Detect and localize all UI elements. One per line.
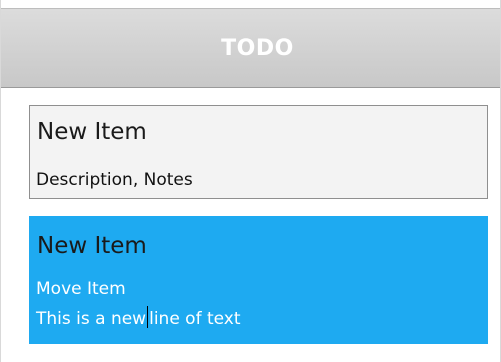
todo-item[interactable]: New Item Description, Notes (29, 105, 488, 199)
todo-item-description-line[interactable]: Move Item (36, 281, 126, 298)
text-caret (147, 306, 149, 328)
text-after-caret: line of text (149, 309, 241, 329)
app-title: TODO (221, 35, 294, 61)
todo-item-description[interactable]: Description, Notes (36, 172, 193, 189)
todo-item-description-editor[interactable]: This is a new line of text (36, 306, 241, 328)
todo-item-selected[interactable]: New Item Move Item This is a new line of … (29, 216, 488, 344)
app-header: TODO (1, 8, 500, 88)
todo-app: TODO New Item Description, Notes New Ite… (0, 0, 501, 362)
text-before-caret: This is a new (36, 309, 147, 329)
todo-item-title[interactable]: New Item (37, 121, 147, 144)
todo-item-title[interactable]: New Item (37, 235, 147, 258)
